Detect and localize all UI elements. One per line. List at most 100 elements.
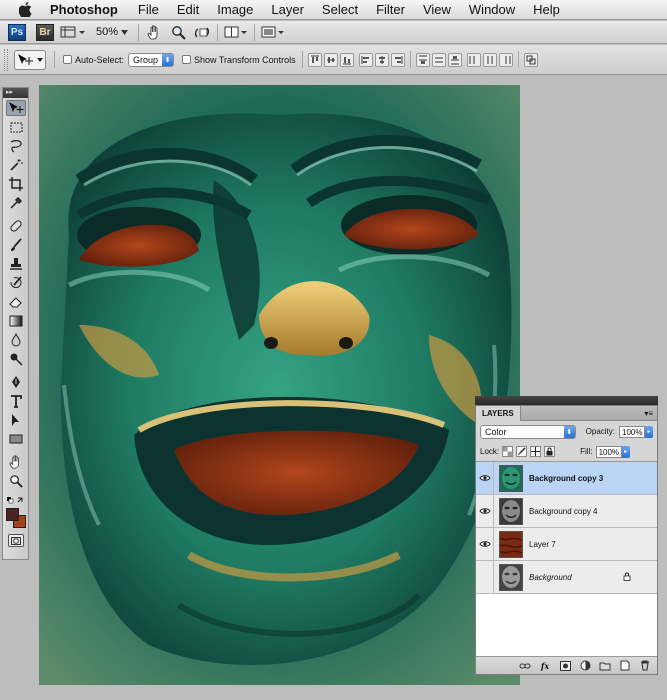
layer-row[interactable]: Layer 7 — [476, 527, 657, 561]
marquee-tool[interactable] — [6, 119, 26, 135]
tools-panel-header[interactable]: ▸▸ — [3, 88, 28, 98]
fill-label: Fill: — [580, 447, 593, 456]
layer-row[interactable]: Background copy 3 — [476, 461, 657, 495]
zoom-level-dropdown[interactable]: 50% — [92, 26, 132, 38]
visibility-toggle[interactable] — [476, 560, 494, 594]
rotate-view-button[interactable] — [193, 24, 211, 41]
opacity-input[interactable]: 100% — [619, 425, 645, 438]
show-transform-checkbox[interactable] — [182, 55, 192, 64]
visibility-toggle[interactable] — [476, 527, 494, 561]
align-left-button[interactable] — [358, 52, 373, 67]
eyedropper-tool[interactable] — [6, 195, 26, 211]
path-selection-tool[interactable] — [6, 412, 26, 428]
view-extras-button[interactable] — [60, 24, 86, 41]
pen-tool[interactable] — [6, 374, 26, 390]
menu-layer[interactable]: Layer — [262, 2, 313, 17]
hand-tool[interactable] — [6, 454, 26, 470]
menu-photoshop[interactable]: Photoshop — [48, 2, 129, 17]
quick-mask-button[interactable] — [8, 534, 24, 547]
foreground-color-swatch[interactable] — [6, 508, 19, 521]
move-tool[interactable] — [6, 100, 26, 116]
move-tool-icon — [18, 53, 33, 65]
launch-bridge-button[interactable]: Br — [36, 23, 54, 41]
lock-all-button[interactable] — [544, 446, 556, 457]
gradient-tool[interactable] — [6, 313, 26, 329]
screen-mode-button[interactable] — [261, 24, 285, 41]
distribute-top-button[interactable] — [415, 52, 430, 67]
zoom-tool[interactable] — [6, 473, 26, 489]
eyedropper-icon — [10, 196, 23, 209]
apple-menu-icon[interactable] — [16, 2, 34, 18]
adjustment-layer-button[interactable] — [579, 660, 591, 672]
layer-row[interactable]: Background copy 4 — [476, 494, 657, 528]
zoom-tool-button[interactable] — [169, 24, 187, 41]
fill-field[interactable]: 100% ▸ — [595, 445, 630, 458]
align-top-button[interactable] — [307, 52, 322, 67]
delete-layer-button[interactable] — [639, 660, 651, 672]
history-brush-icon — [10, 276, 22, 289]
tab-layers[interactable]: LAYERS — [476, 405, 521, 421]
align-right-button[interactable] — [390, 52, 405, 67]
blur-tool[interactable] — [6, 332, 26, 348]
default-colors-button[interactable] — [6, 494, 26, 505]
new-group-button[interactable] — [599, 660, 611, 672]
menu-filter[interactable]: Filter — [367, 2, 414, 17]
menu-image[interactable]: Image — [208, 2, 262, 17]
blend-mode-dropdown[interactable]: Color ⬍ — [480, 424, 576, 439]
quick-selection-tool[interactable] — [6, 157, 26, 173]
clone-stamp-tool[interactable] — [6, 256, 26, 272]
type-tool[interactable] — [6, 393, 26, 409]
layer-row[interactable]: Background — [476, 560, 657, 594]
align-vcenter-button[interactable] — [323, 52, 338, 67]
brush-tool[interactable] — [6, 237, 26, 253]
fill-input[interactable]: 100% — [595, 445, 622, 458]
add-mask-button[interactable] — [559, 660, 571, 672]
menu-window[interactable]: Window — [460, 2, 524, 17]
panel-menu-icon[interactable]: ▾≡ — [644, 409, 653, 418]
distribute-vcenter-button[interactable] — [431, 52, 446, 67]
visibility-toggle[interactable] — [476, 461, 494, 495]
menu-bar: Photoshop File Edit Image Layer Select F… — [0, 0, 667, 20]
history-brush-tool[interactable] — [6, 275, 26, 291]
opacity-field[interactable]: 100% ▸ — [619, 425, 653, 438]
document-canvas[interactable] — [39, 85, 520, 685]
photoshop-logo: Ps — [8, 23, 26, 41]
eraser-tool[interactable] — [6, 294, 26, 310]
menu-file[interactable]: File — [129, 2, 168, 17]
arrange-documents-button[interactable] — [224, 24, 248, 41]
link-layers-button[interactable] — [519, 660, 531, 672]
auto-align-layers-button[interactable] — [523, 52, 538, 67]
lasso-tool[interactable] — [6, 138, 26, 154]
new-layer-button[interactable] — [619, 660, 631, 672]
lock-transparency-button[interactable] — [502, 446, 514, 457]
dodge-tool[interactable] — [6, 351, 26, 367]
lock-position-button[interactable] — [530, 446, 542, 457]
padlock-icon — [546, 447, 553, 456]
menu-edit[interactable]: Edit — [168, 2, 208, 17]
magnifier-icon — [10, 475, 23, 488]
align-hcenter-button[interactable] — [374, 52, 389, 67]
distribute-left-button[interactable] — [466, 52, 481, 67]
distribute-bottom-button[interactable] — [447, 52, 462, 67]
tool-preset-picker[interactable] — [14, 49, 46, 70]
hand-tool-button[interactable] — [145, 24, 163, 41]
menu-help[interactable]: Help — [524, 2, 569, 17]
auto-select-dropdown[interactable]: Group ⬍ — [128, 52, 175, 67]
fill-slider-arrow-icon[interactable]: ▸ — [621, 445, 630, 458]
lock-pixels-button[interactable] — [516, 446, 528, 457]
healing-brush-tool[interactable] — [6, 218, 26, 234]
panel-dock-header[interactable] — [475, 396, 658, 405]
menu-select[interactable]: Select — [313, 2, 367, 17]
crop-tool[interactable] — [6, 176, 26, 192]
auto-select-checkbox[interactable] — [63, 55, 72, 64]
layer-style-button[interactable]: fx — [539, 660, 551, 672]
distribute-right-button[interactable] — [498, 52, 513, 67]
menu-view[interactable]: View — [414, 2, 460, 17]
visibility-toggle[interactable] — [476, 494, 494, 528]
distribute-hcenter-button[interactable] — [482, 52, 497, 67]
options-bar-grip[interactable] — [4, 48, 8, 71]
marquee-icon — [10, 122, 22, 132]
shape-tool[interactable] — [6, 431, 26, 447]
align-bottom-button[interactable] — [339, 52, 354, 67]
opacity-slider-arrow-icon[interactable]: ▸ — [645, 425, 653, 438]
